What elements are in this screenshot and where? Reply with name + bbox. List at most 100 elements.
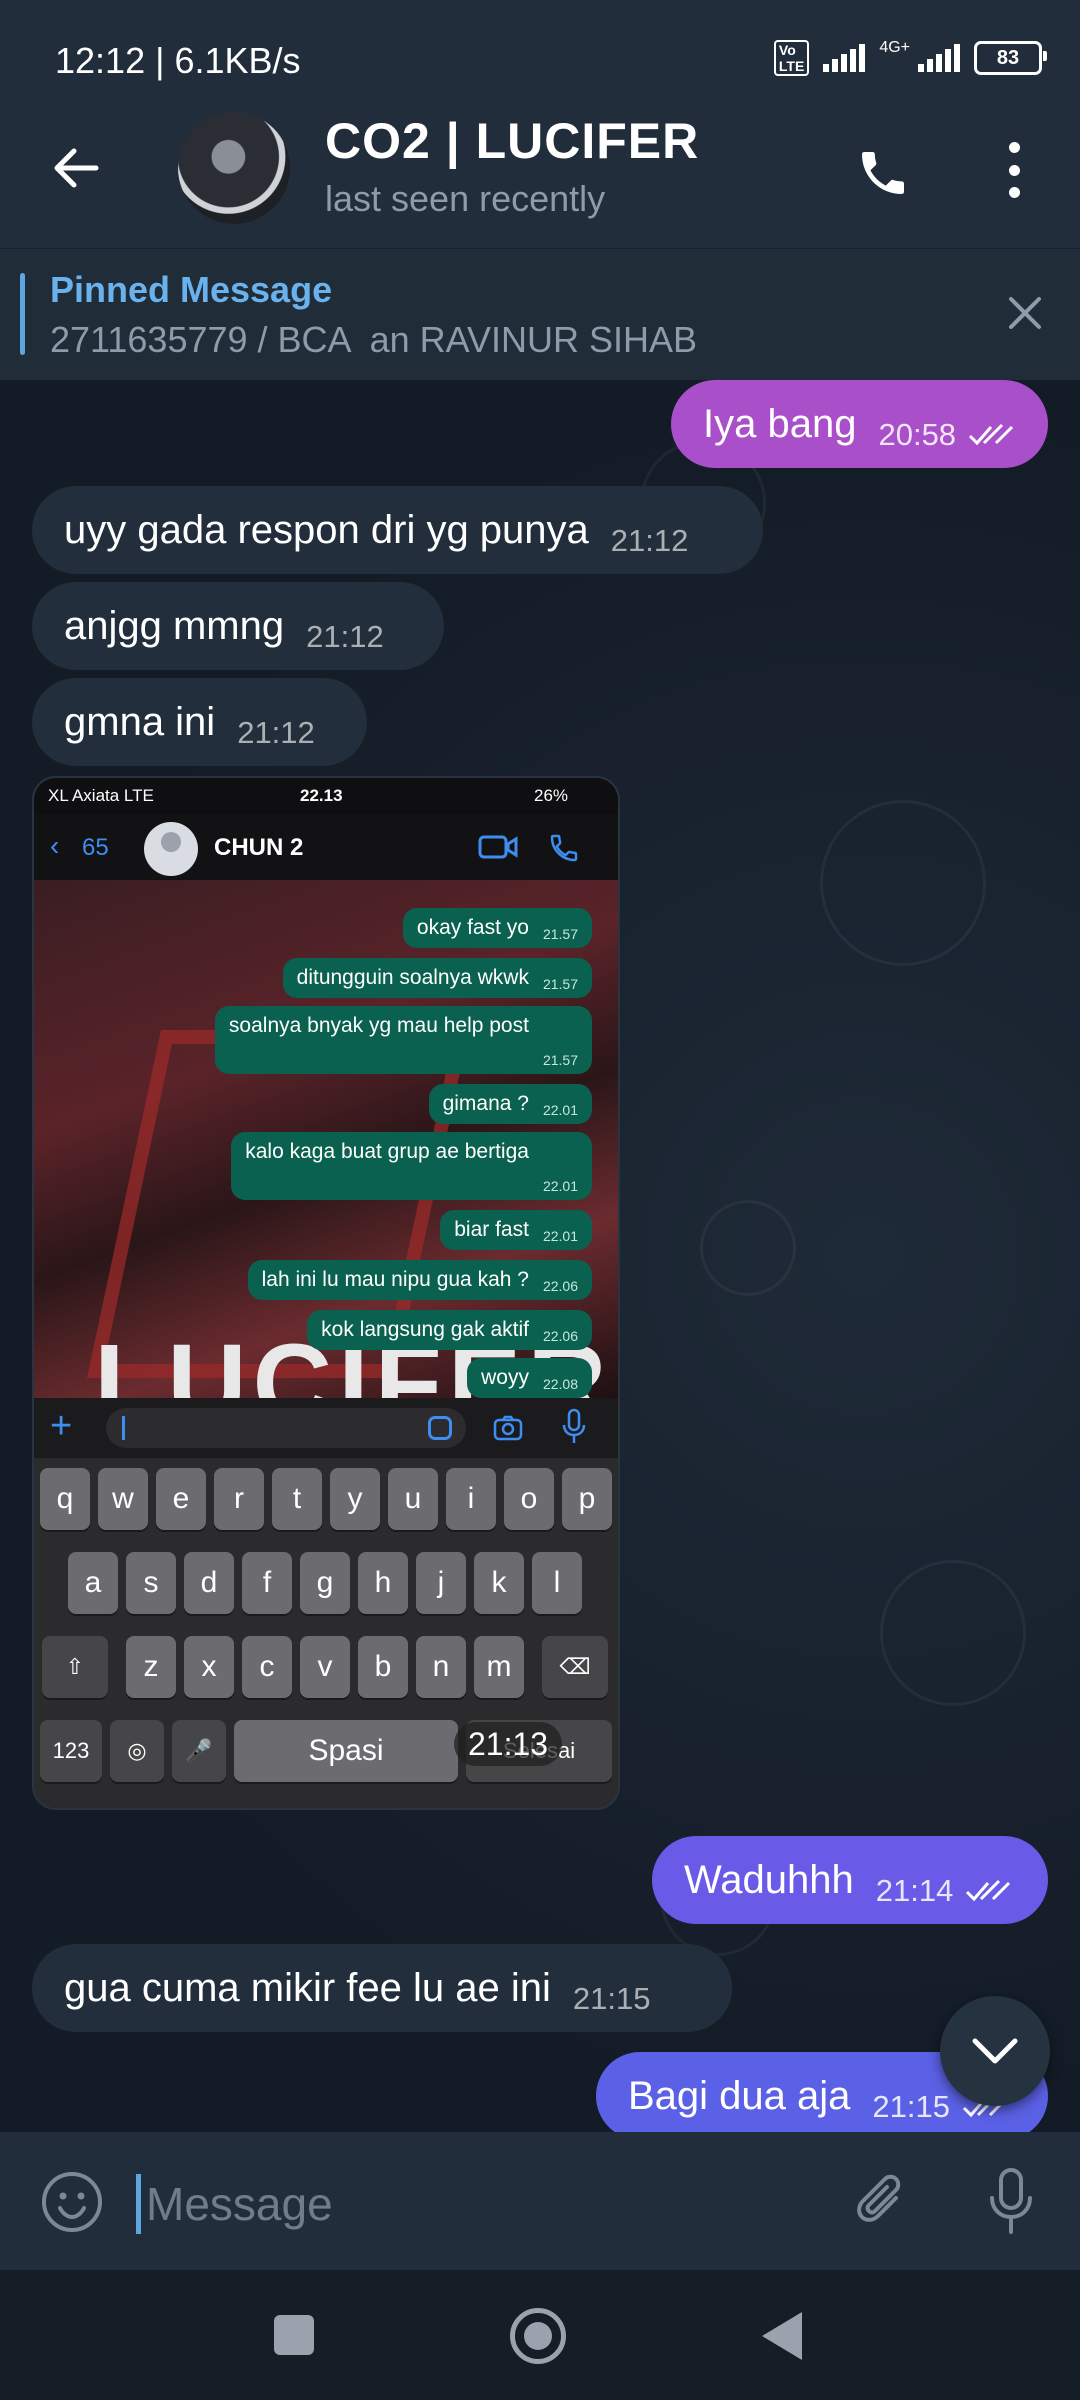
message-bubble-incoming[interactable]: anjgg mmng 21:12 xyxy=(32,582,444,670)
last-seen-status: last seen recently xyxy=(325,178,606,219)
photo-input-field xyxy=(106,1408,466,1448)
wa-bubble: ditungguin soalnya wkwk 21.57 xyxy=(282,958,592,998)
wa-bubble: gimana ? 22.01 xyxy=(428,1084,592,1124)
key-f: f xyxy=(242,1552,292,1614)
key-x: x xyxy=(184,1636,234,1698)
wa-bubble: okay fast yo 21.57 xyxy=(402,908,592,948)
phone-icon[interactable] xyxy=(855,145,911,201)
key-h: h xyxy=(358,1552,408,1614)
wa-bubble: kalo kaga buat grup ae bertiga 22.01 xyxy=(231,1132,592,1200)
numbers-key: 123 xyxy=(40,1720,102,1782)
key-o: o xyxy=(504,1468,554,1530)
key-r: r xyxy=(214,1468,264,1530)
system-nav-bar xyxy=(0,2270,1080,2400)
photo-message[interactable]: XL Axiata LTE 22.13 26% ‹ 65 CHUN 2 LUCI… xyxy=(32,776,620,1810)
status-time: 12:12 | 6.1KB/s xyxy=(55,40,301,81)
wa-bubble: lah ini lu mau nipu gua kah ? 22.06 xyxy=(247,1260,592,1300)
message-bubble-outgoing[interactable]: Waduhhh 21:14 xyxy=(652,1836,1048,1924)
more-options-icon[interactable] xyxy=(995,142,1033,198)
volte-icon: Vo LTE xyxy=(773,40,810,76)
message-text: uyy gada respon dri yg punya xyxy=(64,507,589,552)
key-l: l xyxy=(532,1552,582,1614)
message-time: 21:12 xyxy=(306,619,384,654)
close-icon[interactable] xyxy=(1005,293,1045,333)
chat-area[interactable]: Iya bang 20:58 uyy gada respon dri yg pu… xyxy=(0,380,1080,2132)
home-button[interactable] xyxy=(510,2308,566,2364)
battery-level: 83 xyxy=(996,46,1020,69)
system-back-button[interactable] xyxy=(762,2312,802,2360)
message-bubble-incoming[interactable]: gua cuma mikir fee lu ae ini 21:15 xyxy=(32,1944,732,2032)
wa-bubble: biar fast 22.01 xyxy=(440,1210,592,1250)
message-text: Waduhhh xyxy=(684,1857,854,1902)
message-time: 20:58 xyxy=(878,417,957,452)
key-t: t xyxy=(272,1468,322,1530)
microphone-icon[interactable] xyxy=(986,2166,1036,2238)
photo-avatar xyxy=(144,822,198,876)
key-n: n xyxy=(416,1636,466,1698)
message-input[interactable] xyxy=(146,2174,786,2234)
photo-chat-header: ‹ 65 CHUN 2 xyxy=(34,814,618,881)
message-time: 21:15 xyxy=(572,1981,651,2016)
photo-carrier: XL Axiata LTE xyxy=(48,786,154,805)
battery-icon: 83 xyxy=(974,41,1047,75)
wallpaper-doodle xyxy=(700,1200,796,1296)
key-v: v xyxy=(300,1636,350,1698)
video-call-icon xyxy=(478,835,518,859)
message-time: 21:14 xyxy=(875,1873,954,1908)
message-bubble-incoming[interactable]: gmna ini 21:12 xyxy=(32,678,367,766)
globe-key: ◎ xyxy=(110,1720,164,1782)
key-u: u xyxy=(388,1468,438,1530)
message-text: Bagi dua aja xyxy=(628,2073,851,2118)
photo-status-bar: XL Axiata LTE 22.13 26% xyxy=(34,778,618,814)
signal-icon xyxy=(823,44,866,72)
chat-title[interactable]: CO2 | LUCIFER xyxy=(325,112,699,170)
back-arrow-icon[interactable] xyxy=(50,142,102,194)
wallpaper-doodle xyxy=(880,1560,1026,1706)
avatar[interactable] xyxy=(178,112,290,224)
key-z: z xyxy=(126,1636,176,1698)
network-type: 4G+ xyxy=(879,39,910,56)
message-time: 21:12 xyxy=(237,715,315,750)
wa-bubble: woyy 22.08 xyxy=(467,1358,592,1398)
photo-contact-name: CHUN 2 xyxy=(214,834,304,861)
dictation-key: 🎤 xyxy=(172,1720,226,1782)
key-i: i xyxy=(446,1468,496,1530)
message-time: 21:12 xyxy=(610,523,689,558)
message-text: Iya bang xyxy=(703,401,857,446)
photo-back-count: 65 xyxy=(82,834,109,861)
photo-wallpaper: LUCIFER okay fast yo 21.57 ditungguin soa… xyxy=(34,880,618,1445)
key-d: d xyxy=(184,1552,234,1614)
photo-time: 22.13 xyxy=(300,786,343,805)
top-bar: 12:12 | 6.1KB/s Vo LTE 4G+ 83 CO2 | LUCIF… xyxy=(0,0,1080,248)
read-ticks-icon xyxy=(968,423,1014,446)
attach-icon[interactable] xyxy=(852,2172,912,2232)
status-icons: Vo LTE 4G+ 83 xyxy=(773,39,1047,76)
signal-icon-2 xyxy=(918,44,960,72)
pinned-title: Pinned Message xyxy=(50,269,333,310)
message-text: anjgg mmng xyxy=(64,603,285,648)
read-ticks-icon xyxy=(966,1879,1011,1902)
recent-apps-button[interactable] xyxy=(274,2315,314,2355)
message-bubble-outgoing[interactable]: Iya bang 20:58 xyxy=(671,380,1048,468)
key-g: g xyxy=(300,1552,350,1614)
pinned-text: 2711635779 / BCA an RAVINUR SIHAB xyxy=(50,319,698,360)
key-e: e xyxy=(156,1468,206,1530)
chevron-down-icon xyxy=(972,2038,1018,2064)
key-m: m xyxy=(474,1636,524,1698)
photo-timestamp: 21:13 xyxy=(454,1722,563,1766)
message-composer xyxy=(0,2132,1080,2270)
wallpaper-doodle xyxy=(820,800,986,966)
message-bubble-incoming[interactable]: uyy gada respon dri yg punya 21:12 xyxy=(32,486,763,574)
key-w: w xyxy=(98,1468,148,1530)
message-text: gmna ini xyxy=(64,699,216,744)
wa-bubble: soalnya bnyak yg mau help post 21.57 xyxy=(214,1006,592,1074)
backspace-key: ⌫ xyxy=(542,1636,608,1698)
scroll-down-button[interactable] xyxy=(940,1996,1050,2106)
pinned-indicator xyxy=(20,273,25,355)
emoji-icon[interactable] xyxy=(40,2170,104,2234)
key-p: p xyxy=(562,1468,612,1530)
pinned-message-bar[interactable]: Pinned Message 2711635779 / BCA an RAVIN… xyxy=(0,248,1080,381)
key-c: c xyxy=(242,1636,292,1698)
photo-phone-icon xyxy=(550,834,578,862)
key-s: s xyxy=(126,1552,176,1614)
